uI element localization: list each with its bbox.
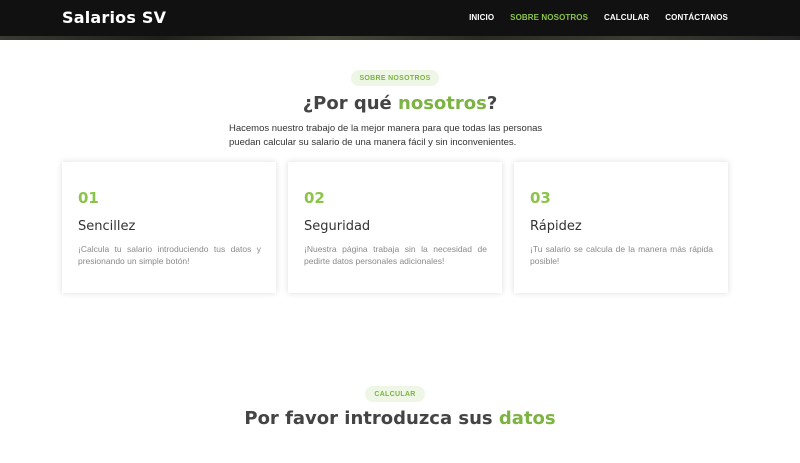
section-badge-about: SOBRE NOSOTROS — [351, 70, 439, 86]
top-navbar: Salarios SV INICIO SOBRE NOSOTROS CALCUL… — [0, 0, 800, 36]
nav-link-inicio[interactable]: INICIO — [469, 13, 494, 22]
about-title-accent: nosotros — [398, 93, 487, 114]
card-description: ¡Nuestra página trabaja sin la necesidad… — [304, 244, 487, 266]
nav-link-contactanos[interactable]: CONTÁCTANOS — [665, 13, 728, 22]
nav-link-calcular[interactable]: CALCULAR — [604, 13, 649, 22]
about-title-prefix: ¿Por qué — [302, 93, 399, 114]
feature-card-sencillez: 01 Sencillez ¡Calcula tu salario introdu… — [62, 162, 276, 293]
calculate-title: Por favor introduzca sus datos — [0, 408, 800, 429]
card-title: Rápidez — [530, 219, 582, 234]
calculate-title-accent: datos — [498, 408, 556, 429]
card-title: Sencillez — [78, 219, 136, 234]
feature-card-seguridad: 02 Seguridad ¡Nuestra página trabaja sin… — [288, 162, 502, 293]
about-title: ¿Por qué nosotros? — [0, 93, 800, 114]
feature-card-rapidez: 03 Rápidez ¡Tu salario se calcula de la … — [514, 162, 728, 293]
about-title-suffix: ? — [486, 93, 498, 114]
card-description: ¡Tu salario se calcula de la manera más … — [530, 244, 713, 266]
main-nav: INICIO SOBRE NOSOTROS CALCULAR CONTÁCTAN… — [453, 13, 728, 22]
hero-image-strip — [0, 36, 800, 40]
section-badge-calcular: CALCULAR — [365, 386, 425, 402]
card-number: 02 — [304, 189, 325, 207]
card-number: 03 — [530, 189, 551, 207]
card-description: ¡Calcula tu salario introduciendo tus da… — [78, 244, 261, 266]
about-intro: Hacemos nuestro trabajo de la mejor mane… — [229, 123, 543, 148]
card-number: 01 — [78, 189, 99, 207]
brand-logo[interactable]: Salarios SV — [62, 8, 166, 27]
calculate-title-prefix: Por favor introduzca sus — [244, 408, 499, 429]
card-title: Seguridad — [304, 219, 371, 234]
nav-link-sobre-nosotros[interactable]: SOBRE NOSOTROS — [510, 13, 588, 22]
